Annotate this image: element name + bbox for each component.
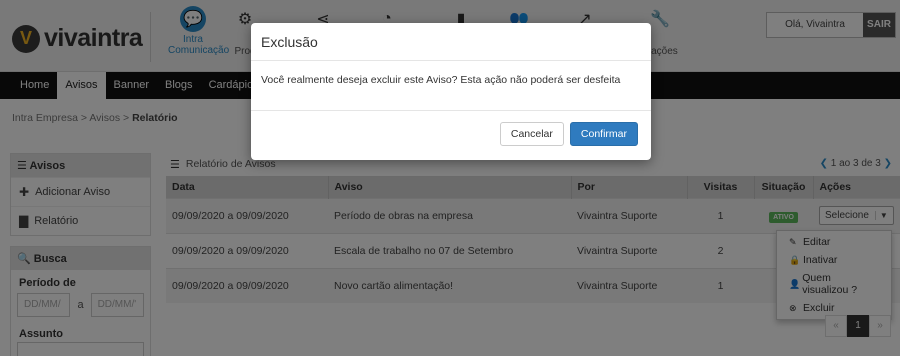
modal-title: Exclusão — [251, 23, 651, 61]
delete-confirm-modal: Exclusão Você realmente deseja excluir e… — [251, 23, 651, 160]
modal-footer: Cancelar Confirmar — [251, 111, 651, 157]
modal-message: Você realmente deseja excluir este Aviso… — [251, 61, 651, 111]
cancel-button[interactable]: Cancelar — [499, 122, 564, 146]
confirm-button[interactable]: Confirmar — [569, 122, 638, 146]
